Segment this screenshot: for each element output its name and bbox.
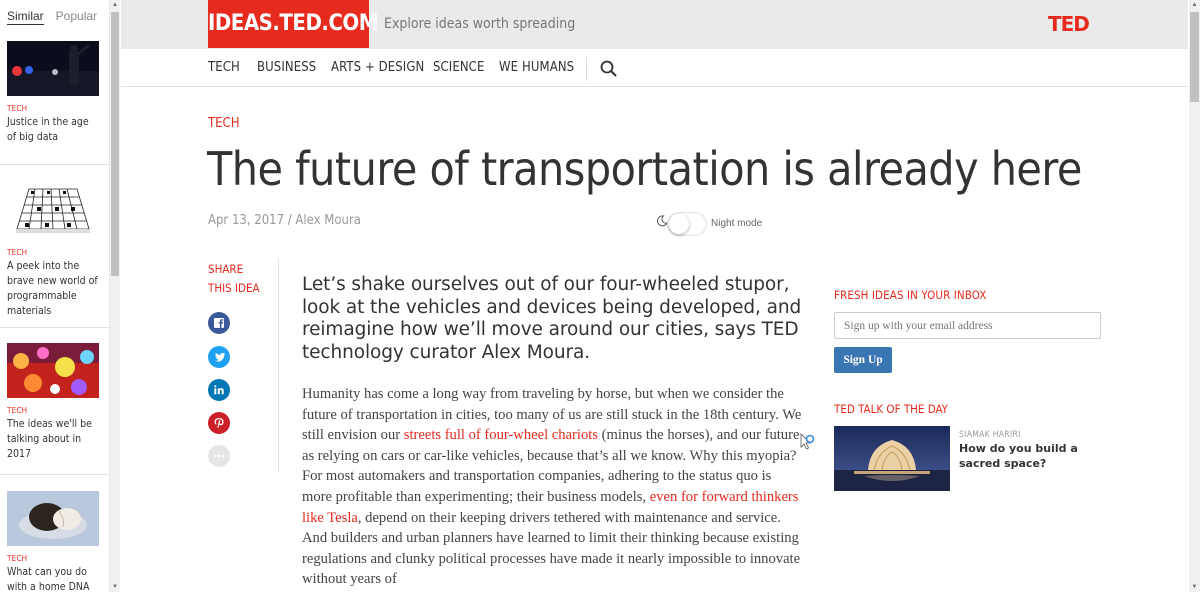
sidebar-item-ideas-2017[interactable]: TECH The ideas we'll be talking about in… (0, 327, 109, 462)
toggle-knob (669, 214, 689, 234)
nav-tech[interactable]: TECH (208, 49, 240, 87)
sidebar-item-category: TECH (7, 104, 28, 113)
chariots-link[interactable]: streets full of four-wheel chariots (404, 427, 598, 443)
page-scroll-thumb[interactable] (1190, 12, 1199, 102)
article-body: Humanity has come a long way from travel… (302, 384, 802, 590)
night-mode-control: Night mode (656, 210, 786, 238)
share-label-line2: THIS IDEA (208, 281, 260, 295)
nav-arts-design[interactable]: ARTS + DESIGN (331, 49, 424, 87)
sidebar-item-category: TECH (7, 554, 28, 563)
article-title: The future of transportation is already … (207, 142, 1082, 196)
nav-divider (586, 57, 587, 81)
sidebar-item-title[interactable]: The ideas we'll be talking about in 2017 (7, 417, 99, 462)
sidebar-item-justice[interactable]: TECH Justice in the age of big data (0, 41, 109, 145)
page-scrollbar[interactable]: ▲ ▼ (1189, 0, 1200, 592)
search-icon[interactable] (599, 59, 619, 79)
facebook-icon (214, 318, 224, 328)
share-pinterest-button[interactable] (208, 412, 230, 434)
site-header: IDEAS.TED.COM Explore ideas worth spread… (121, 0, 1188, 49)
article-byline: Apr 13, 2017 / Alex Moura (208, 213, 361, 228)
nav-business[interactable]: BUSINESS (257, 49, 316, 87)
linkedin-icon (214, 385, 224, 395)
tab-popular[interactable]: Popular (56, 9, 97, 23)
talk-speaker: SIAMAK HARIRI (959, 430, 1021, 440)
pinterest-icon (214, 418, 224, 428)
share-facebook-button[interactable] (208, 312, 230, 334)
newsletter-heading: FRESH IDEAS IN YOUR INBOX (834, 288, 987, 302)
truffle-thumbnail (7, 491, 99, 546)
article-page: IDEAS.TED.COM Explore ideas worth spread… (121, 0, 1188, 592)
night-mode-toggle[interactable] (667, 212, 707, 236)
ideas-ted-logo[interactable]: IDEAS.TED.COM (208, 0, 378, 48)
newsletter-email-input[interactable] (834, 312, 1101, 339)
scroll-up-arrow-icon[interactable]: ▲ (110, 0, 120, 10)
sidebar-item-category: TECH (7, 406, 28, 415)
scroll-down-arrow-icon[interactable]: ▼ (110, 582, 120, 592)
sidebar-item-title[interactable]: Justice in the age of big data (7, 115, 99, 145)
share-label: SHARE THIS IDEA (208, 260, 268, 298)
signup-button[interactable]: Sign Up (834, 347, 892, 373)
share-label-line1: SHARE (208, 262, 244, 276)
lattice-thumbnail (7, 185, 99, 240)
sidebar-item-title[interactable]: A peek into the brave new world of progr… (7, 259, 99, 319)
talk-title[interactable]: How do you build a sacred space? (959, 442, 1094, 471)
related-sidebar: Similar Popular TECH Justice in the age … (0, 0, 110, 592)
sidebar-scrollbar[interactable]: ▲ ▼ (110, 0, 120, 592)
sidebar-item-category: TECH (7, 248, 28, 257)
sidebar-item-materials[interactable]: TECH A peek into the brave new world of … (0, 164, 109, 319)
article-lede: Let’s shake ourselves out of our four-wh… (302, 274, 802, 363)
site-tagline: Explore ideas worth spreading (384, 16, 576, 32)
sidebar-item-title[interactable]: What can you do with a home DNA (7, 565, 99, 592)
scroll-down-arrow-icon[interactable]: ▼ (1189, 582, 1200, 592)
more-icon (213, 454, 225, 458)
nav-we-humans[interactable]: WE HUMANS (499, 49, 574, 87)
nav-science[interactable]: SCIENCE (433, 49, 484, 87)
scroll-up-arrow-icon[interactable]: ▲ (1189, 0, 1200, 10)
share-twitter-button[interactable] (208, 346, 230, 368)
colorful-objects-thumbnail (7, 343, 99, 398)
main-nav: TECH BUSINESS ARTS + DESIGN SCIENCE WE H… (121, 49, 1188, 87)
police-night-thumbnail (7, 41, 99, 96)
share-linkedin-button[interactable] (208, 379, 230, 401)
talk-of-day-heading: TED TALK OF THE DAY (834, 402, 949, 416)
tab-similar[interactable]: Similar (7, 9, 44, 25)
share-divider (278, 258, 279, 472)
night-mode-label: Night mode (711, 218, 763, 229)
share-more-button[interactable] (208, 445, 230, 467)
article-category[interactable]: TECH (208, 116, 240, 131)
sidebar-scroll-thumb[interactable] (111, 12, 119, 276)
ted-logo[interactable]: TED (1048, 0, 1090, 48)
sidebar-item-dna[interactable]: TECH What can you do with a home DNA (0, 474, 109, 592)
body-text-part: , depend on their keeping drivers tether… (302, 509, 801, 588)
mouse-cursor-icon (800, 433, 815, 450)
sidebar-tabs: Similar Popular (0, 0, 109, 32)
twitter-icon (214, 352, 226, 362)
talk-thumbnail[interactable] (834, 426, 950, 491)
